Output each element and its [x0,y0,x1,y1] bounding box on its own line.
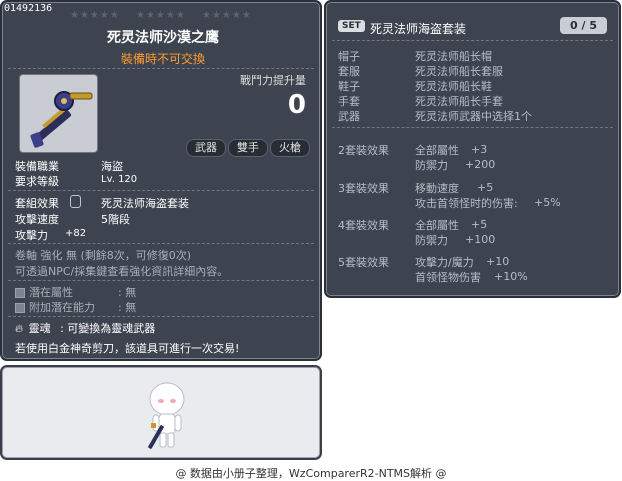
set-effect-stat: 防禦力 [415,234,448,247]
job-value: 海盜 [101,160,123,173]
set-effect-amount: +10% [494,270,528,283]
attack-speed-value: 5階段 [101,213,130,226]
divider [8,280,314,281]
set-link-icon [70,195,81,208]
soul-label: 靈魂 [28,322,51,335]
set-name: 死灵法师海盗套装 [370,22,467,36]
set-effect-stat: 防禦力 [415,159,448,172]
level-label: 要求等級 [15,175,59,188]
set-effect-stat: 攻擊力/魔力 [415,256,474,269]
set-effect-value: 死灵法师海盗套装 [101,197,189,210]
divider [8,243,314,244]
set-effect-stat: 移動速度 [415,182,459,195]
footer-credit: @ 数据由小册子整理，WzComparerR2-NTMS解析 @ [175,467,447,480]
tag-gun: 火槍 [270,139,310,157]
attack-speed-label: 攻擊速度 [15,213,59,226]
set-effect-tier: 3套裝效果 [338,182,389,195]
set-effect-tier: 5套裝效果 [338,256,389,269]
divider [8,190,314,191]
tag-two-handed: 雙手 [228,139,268,157]
set-badge: SET [338,20,365,32]
power-label: 戰鬥力提升量 [240,74,306,87]
item-id: 01492136 [4,3,53,14]
set-piece-name: 死灵法师船长帽 [415,50,492,63]
bonus-potential-icon [15,303,25,313]
set-effect-amount: +200 [465,158,496,171]
flame-icon: 🔥︎ [15,322,24,335]
trade-status: 裝備時不可交換 [120,52,205,66]
set-piece-name: 死灵法师武器中选择1个 [415,110,532,123]
bonus-potential-row: 附加潛在能力 [15,299,95,315]
divider [8,68,314,69]
set-effect-stat: 首领怪物伤害 [415,271,481,284]
set-piece-name: 死灵法师船长套服 [415,65,503,78]
set-effect-stat: 全部屬性 [415,144,459,157]
potential-value: : 無 [118,286,137,299]
bonus-potential-label: 附加潛在能力 [29,301,95,314]
set-effect-amount: +100 [465,233,496,246]
tag-weapon: 武器 [186,139,226,157]
soul-value: : 可變換為靈魂武器 [60,322,156,335]
set-effect-stat: 攻击首领怪时的伤害: [415,197,518,210]
character-avatar [148,382,185,449]
star-group-2: ★★★★★ [136,10,186,21]
star-group-3: ★★★★★ [202,10,252,21]
npc-info: 可透過NPC/採集鍵查看強化資訊詳細內容。 [15,265,229,278]
job-label: 裝備職業 [15,160,59,173]
set-piece-name: 死灵法师船长手套 [415,95,503,108]
gun-icon [30,91,93,148]
character-preview-panel [0,365,322,460]
set-effect-amount: +10 [486,255,510,268]
set-piece-slot: 武器 [338,110,360,123]
set-piece-slot: 套服 [338,65,360,78]
divider [8,316,314,317]
divider [332,40,613,41]
set-effect-tier: 4套裝效果 [338,219,389,232]
set-effect-amount: +5 [471,218,488,231]
set-piece-name: 死灵法师船长鞋 [415,80,492,93]
set-tooltip-panel: SET 死灵法师海盗套装 0 / 5 帽子 死灵法师船长帽 套服 死灵法师船长套… [324,0,621,298]
set-effect-amount: +5 [477,181,494,194]
power-value: 0 [287,90,306,120]
scissors-notice: 若使用白金神奇剪刀，該道具可進行一次交易! [15,342,240,355]
item-name: 死灵法师沙漠之鹰 [107,30,219,46]
potential-row: 潛在屬性 [15,284,73,300]
set-effect-amount: +3 [471,143,488,156]
item-icon-frame [19,74,98,153]
star-group-1: ★★★★★ [70,10,120,21]
set-effect-amount: +5% [534,196,561,209]
upgrade-info: 卷軸 強化 無 (剩餘8次，可修復0次) [15,249,192,262]
set-piece-slot: 手套 [338,95,360,108]
level-value: Lv. 120 [101,174,138,185]
potential-label: 潛在屬性 [29,286,73,299]
item-tooltip-panel: 01492136 ★★★★★ ★★★★★ ★★★★★ 死灵法师沙漠之鹰 裝備時不… [0,0,322,361]
set-effect-stat: 全部屬性 [415,219,459,232]
set-count: 0 / 5 [560,17,607,34]
attack-value: +82 [65,228,87,239]
attack-label: 攻擊力 [15,229,48,242]
set-effect-tier: 2套裝效果 [338,144,389,157]
soul-row: 🔥︎ 靈魂 : 可變換為靈魂武器 [15,320,155,336]
set-effect-label: 套組效果 [15,197,59,210]
set-piece-slot: 帽子 [338,50,360,63]
divider [332,127,613,128]
bonus-potential-value: : 無 [118,301,137,314]
potential-icon [15,288,25,298]
set-piece-slot: 鞋子 [338,80,360,93]
